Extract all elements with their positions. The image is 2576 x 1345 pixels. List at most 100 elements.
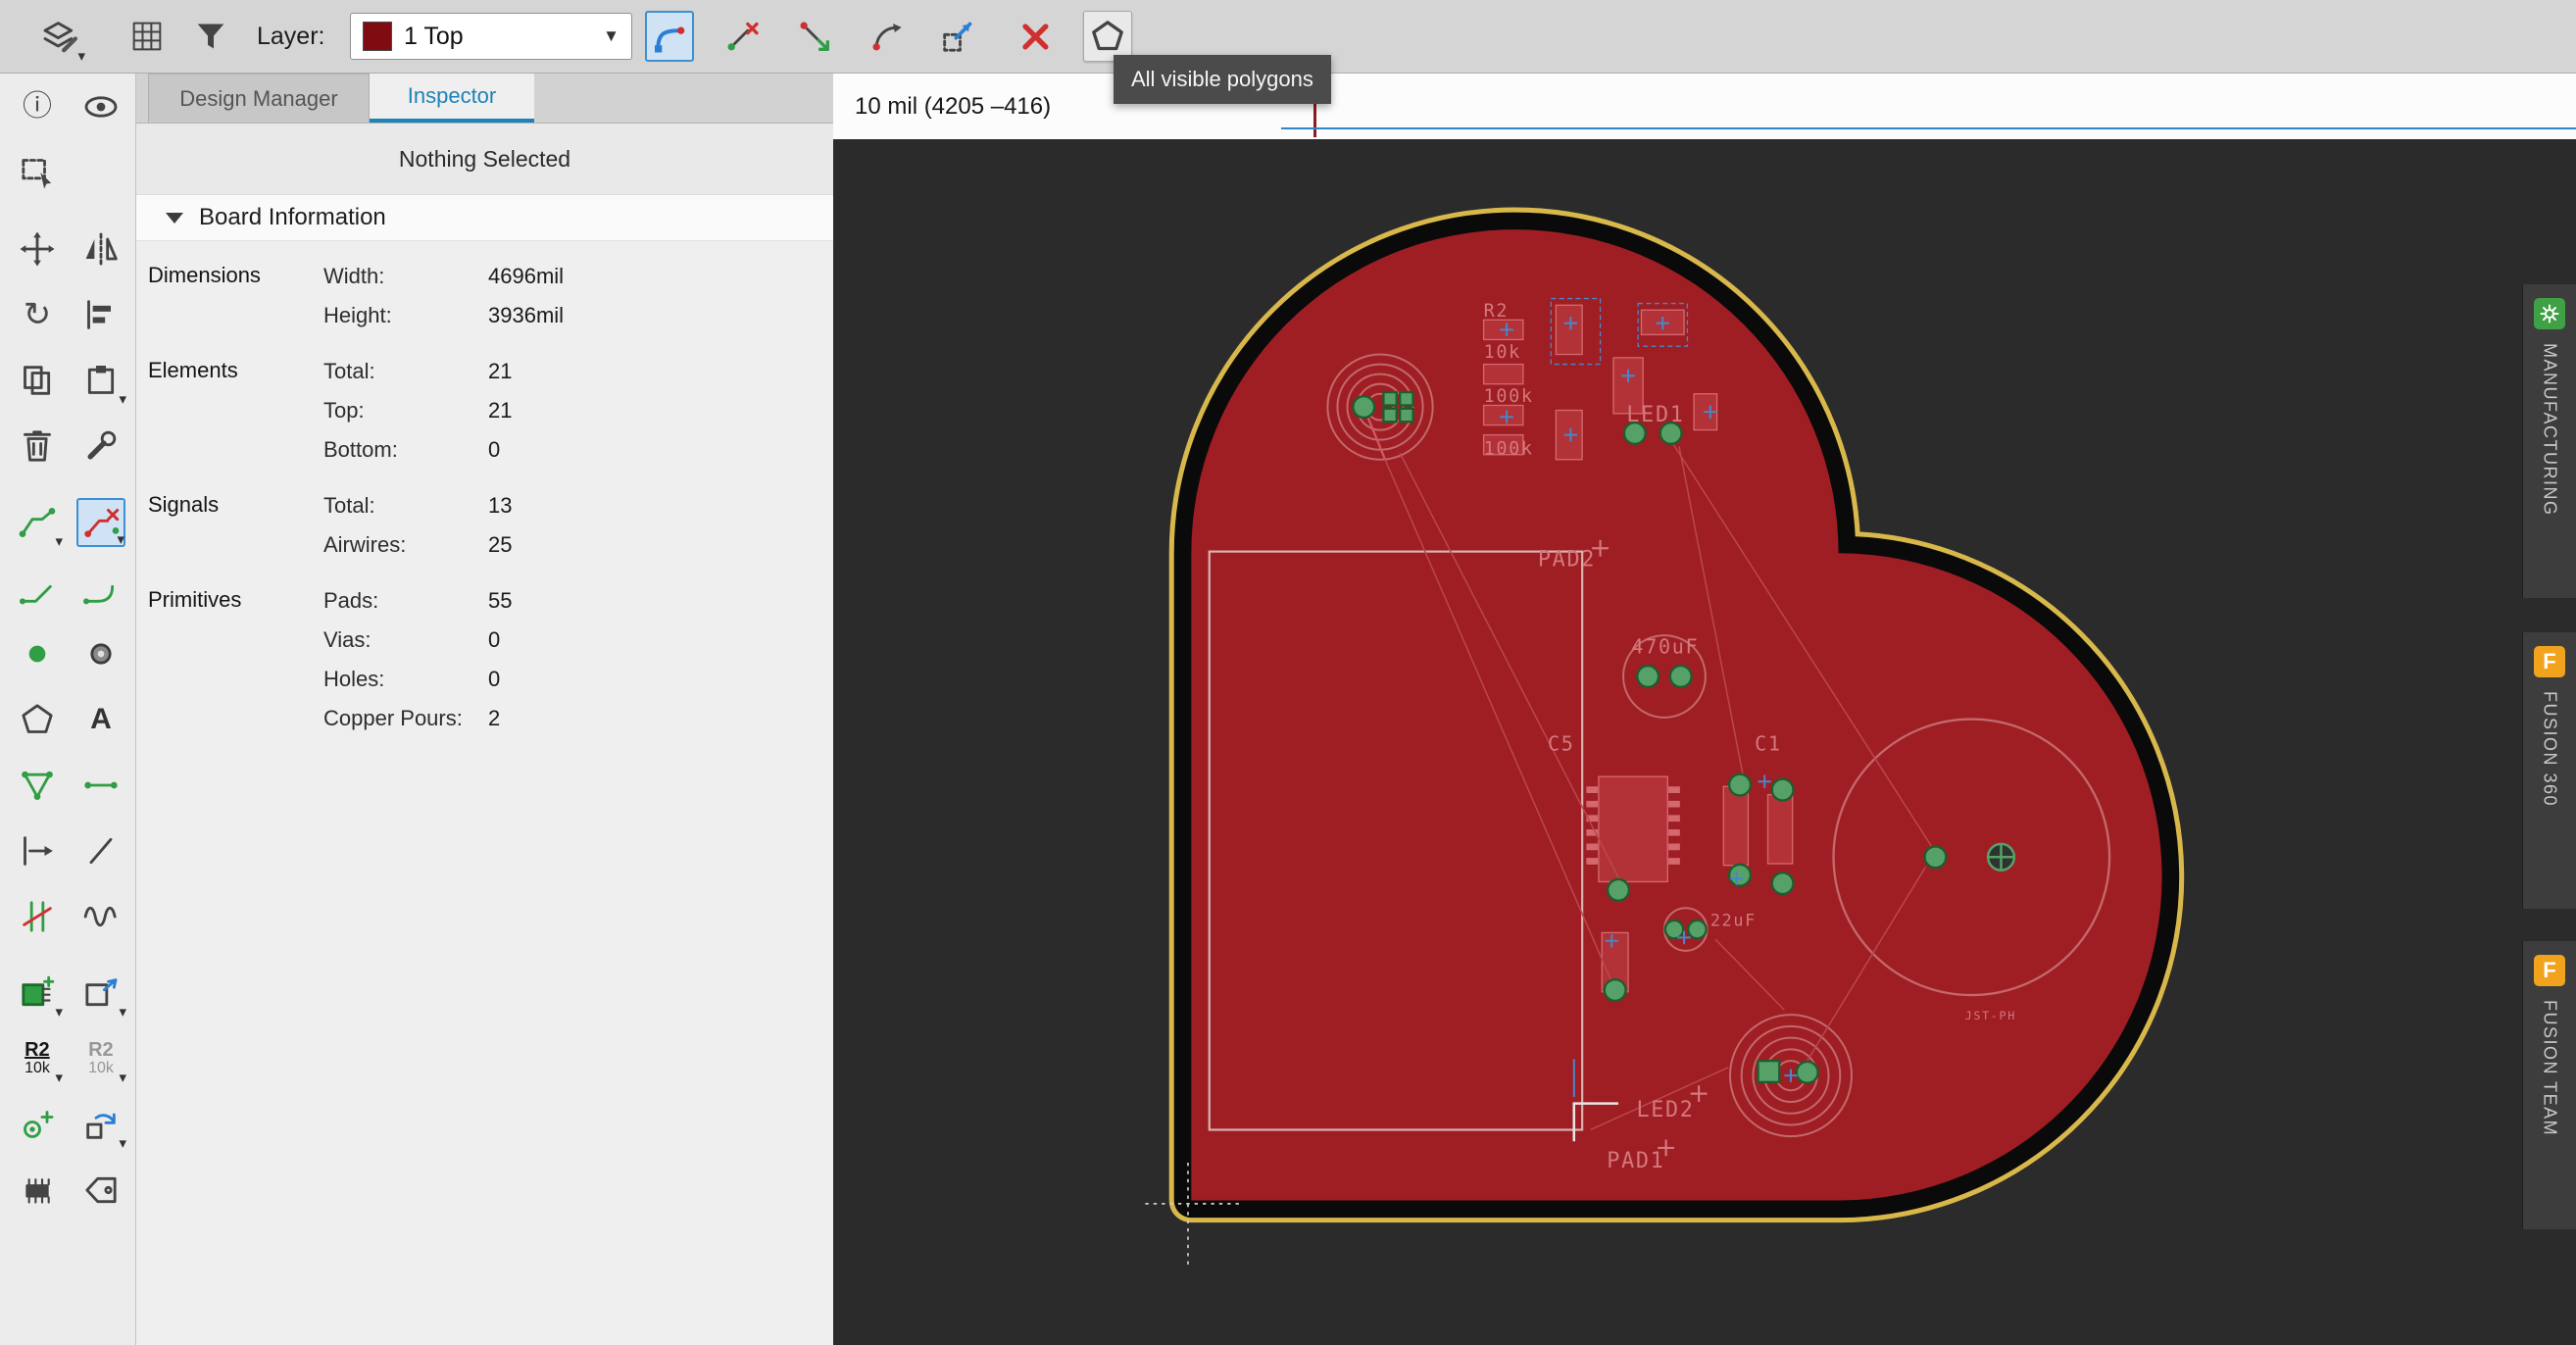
component-tool[interactable] <box>13 1166 62 1215</box>
ratsnest-button[interactable] <box>790 11 839 62</box>
mitre-tool[interactable] <box>13 564 62 613</box>
property-row: Total: 21 <box>136 352 833 391</box>
move-icon <box>20 231 55 266</box>
delete-button[interactable] <box>13 422 62 471</box>
property-name: Total: <box>323 493 375 518</box>
select-button[interactable] <box>13 148 62 197</box>
property-value: 25 <box>488 532 513 557</box>
optimize-button[interactable] <box>863 11 912 62</box>
pad1-label[interactable]: PAD1 <box>1607 1149 1664 1173</box>
collapse-arrow-icon[interactable] <box>166 212 183 224</box>
property-row: Holes: 0 <box>136 660 833 699</box>
board-information-header[interactable]: Board Information <box>136 194 833 241</box>
ref-label[interactable]: R2 <box>1484 301 1510 322</box>
signal-tool[interactable] <box>13 826 62 875</box>
layer-settings-button[interactable]: ▾ <box>35 11 85 65</box>
led1-label[interactable]: LED1 <box>1626 403 1684 427</box>
change-button[interactable] <box>76 422 125 471</box>
crosshair-pad[interactable] <box>1986 842 2016 872</box>
unroute-button[interactable] <box>718 11 767 62</box>
split-tool[interactable] <box>76 826 125 875</box>
label-tool[interactable] <box>76 1166 125 1215</box>
value-label[interactable]: 10k <box>1484 342 1521 363</box>
layer-select[interactable]: 1 Top ▼ <box>350 13 632 60</box>
led2-label[interactable]: LED2 <box>1636 1098 1694 1122</box>
copy-button[interactable] <box>13 356 62 405</box>
add-part-button[interactable]: ▾ <box>13 969 63 1021</box>
via-stitch-tool[interactable] <box>13 1100 62 1149</box>
tab-inspector[interactable]: Inspector <box>370 74 534 123</box>
tab-fusion-team[interactable]: F FUSION TEAM <box>2522 941 2576 1229</box>
ripup-button[interactable] <box>1011 11 1060 62</box>
tool-spacer <box>76 148 125 197</box>
info-button[interactable]: ⓘ <box>13 82 62 131</box>
replace-tool[interactable]: ▾ <box>76 1100 126 1152</box>
text-tool[interactable]: A <box>76 695 125 744</box>
add-part-icon <box>22 975 55 1006</box>
add-instance-icon <box>85 977 118 1006</box>
cap-value-label[interactable]: 22uF <box>1710 911 1757 930</box>
tab-label: FUSION 360 <box>2540 691 2560 808</box>
add-instance-button[interactable]: ▾ <box>76 969 126 1021</box>
value-label[interactable]: 100k <box>1484 439 1534 460</box>
name-value-tool[interactable]: R2 10k ▾ <box>13 1034 63 1086</box>
diff-pair-tool[interactable] <box>13 892 62 941</box>
select-route-button[interactable] <box>933 11 982 62</box>
c5-label[interactable]: C5 <box>1548 731 1575 755</box>
cap-value-label[interactable]: 470uF <box>1631 635 1699 659</box>
layers-icon <box>43 22 78 53</box>
tab-design-manager[interactable]: Design Manager <box>148 74 370 123</box>
signal-out-icon <box>24 835 53 866</box>
paste-button[interactable]: ▾ <box>76 356 126 408</box>
rotate-button[interactable]: ↻ <box>13 290 62 339</box>
property-value: 3936mil <box>488 303 565 327</box>
polygon-tool[interactable] <box>13 695 62 744</box>
value-label[interactable]: 100k <box>1484 386 1534 407</box>
grid-button[interactable] <box>123 11 172 62</box>
junction-icon <box>28 645 46 662</box>
filter-button[interactable] <box>186 11 235 62</box>
selection-guide-line <box>1281 127 2576 129</box>
property-name: Copper Pours: <box>323 706 463 730</box>
property-value: 4696mil <box>488 264 565 288</box>
group-label: Signals <box>148 492 220 517</box>
tab-manufacturing[interactable]: MANUFACTURING <box>2522 284 2576 598</box>
dropdown-arrow-icon: ▾ <box>119 1069 126 1086</box>
group-label: Primitives <box>148 587 242 612</box>
layer-label: Layer: <box>257 23 325 50</box>
meander-tool[interactable] <box>76 892 125 941</box>
route-airwire-icon <box>84 508 120 537</box>
junction-tool[interactable] <box>13 629 62 678</box>
board-canvas[interactable]: R2 10k 100k 100k LED1 PAD2 470uF C5 C1 2… <box>833 139 2576 1345</box>
diff-pair-icon <box>23 900 52 932</box>
c1-label[interactable]: C1 <box>1755 731 1782 755</box>
connector-label[interactable]: JST-PH <box>1965 1009 2016 1022</box>
route-button[interactable] <box>645 11 694 62</box>
ripup-x-icon <box>1022 24 1049 50</box>
property-value: 21 <box>488 359 513 383</box>
board-information-title: Board Information <box>199 204 386 230</box>
visibility-button[interactable] <box>76 82 125 131</box>
property-value: 0 <box>488 667 501 691</box>
layer-select-value: 1 Top <box>404 22 464 50</box>
property-row: Copper Pours: 2 <box>136 699 833 738</box>
fusion-icon: F <box>2534 646 2565 677</box>
mirror-button[interactable] <box>76 224 125 274</box>
smash-tool[interactable]: R2 10k ▾ <box>76 1034 126 1086</box>
property-name: Total: <box>323 359 375 383</box>
wire-tool[interactable]: ▾ <box>13 498 63 550</box>
tab-fusion-360[interactable]: F FUSION 360 <box>2522 632 2576 909</box>
dropdown-arrow-icon: ▾ <box>55 1069 63 1086</box>
align-button[interactable] <box>76 290 125 339</box>
board-canvas-area[interactable]: R2 10k 100k 100k LED1 PAD2 470uF C5 C1 2… <box>833 139 2576 1345</box>
property-row: Top: 21 <box>136 391 833 430</box>
pad2-label[interactable]: PAD2 <box>1538 548 1596 573</box>
unmitre-tool[interactable] <box>76 564 125 613</box>
property-name: Top: <box>323 398 365 423</box>
line-tool[interactable] <box>76 761 125 810</box>
net-tool[interactable] <box>13 761 62 810</box>
tab-label: FUSION TEAM <box>2540 1000 2560 1137</box>
via-tool[interactable] <box>76 629 125 678</box>
route-airwire-tool[interactable]: ▾ <box>76 497 125 548</box>
move-button[interactable] <box>13 224 62 274</box>
